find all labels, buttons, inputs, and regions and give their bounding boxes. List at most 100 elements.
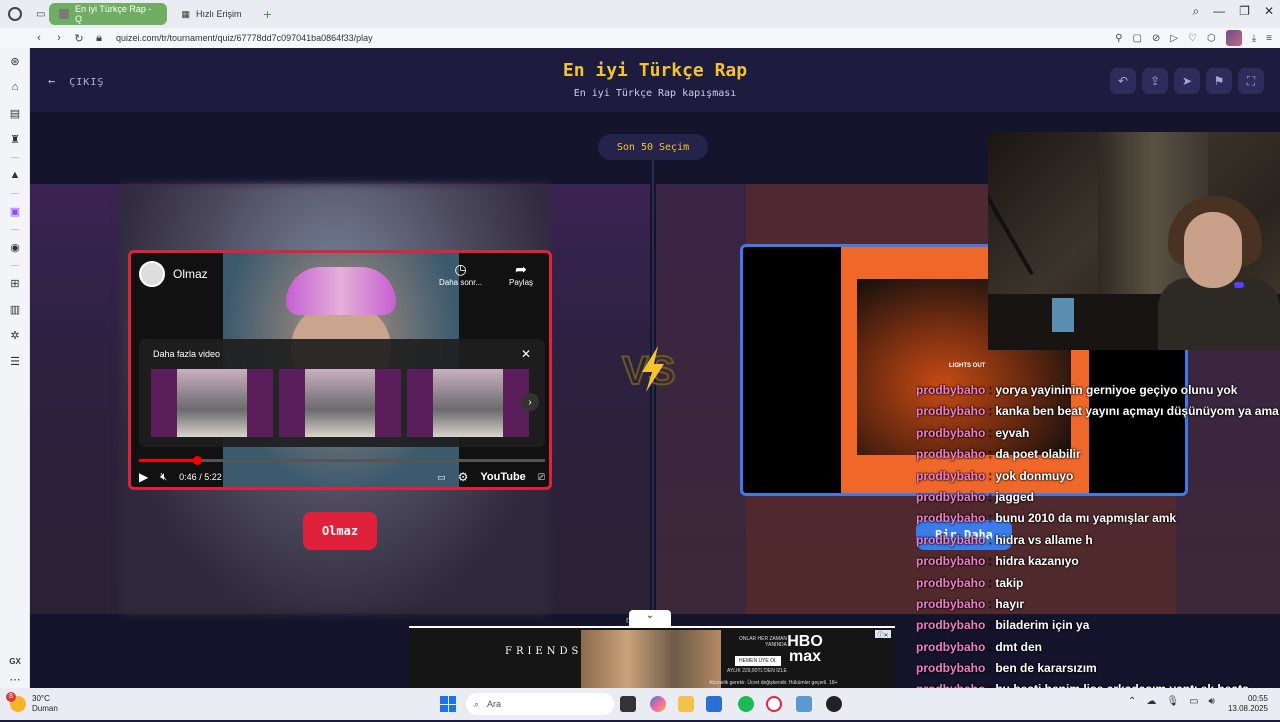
chat-username[interactable]: prodbybaho — [916, 576, 985, 590]
chat-username[interactable]: prodbybaho — [916, 661, 985, 675]
video-progress-bar[interactable] — [139, 456, 545, 465]
chat-username[interactable]: prodbybaho — [916, 383, 985, 397]
mute-icon[interactable]: 🔇︎ — [160, 471, 167, 484]
copilot-icon[interactable] — [650, 696, 666, 712]
sidebar-games-icon[interactable]: ♜ — [0, 126, 30, 152]
chat-username[interactable]: prodbybaho — [916, 447, 985, 461]
sidebar-aria-icon[interactable]: ▲ — [0, 162, 30, 188]
tab-quiz[interactable]: En iyi Türkçe Rap - Q — [49, 3, 168, 25]
tab-quick-access[interactable]: ▦ Hızlı Erişim — [171, 3, 251, 25]
mic-icon[interactable]: 🎙︎ — [1166, 696, 1179, 707]
channel-info[interactable]: Olmaz — [139, 261, 208, 287]
sidebar-news-icon[interactable]: ▤ — [0, 100, 30, 126]
tab-overview-icon[interactable]: ▭ — [36, 9, 45, 20]
share-video-button[interactable]: ➦ Paylaş — [509, 261, 533, 287]
opera-logo-icon[interactable] — [8, 7, 22, 21]
chat-text: da poet olabilir — [995, 447, 1081, 462]
taskview-icon[interactable] — [620, 696, 636, 712]
share-icon: ⇪ — [1149, 74, 1161, 88]
chat-username[interactable]: prodbybaho — [916, 490, 985, 504]
youtube-logo[interactable]: YouTube — [480, 471, 525, 483]
video-thumbnail[interactable] — [279, 369, 401, 437]
download-icon[interactable]: ⤓ — [1252, 33, 1256, 44]
sidebar-settings-icon[interactable]: ☰ — [0, 348, 30, 374]
cast-icon[interactable]: ⎚ — [538, 472, 545, 483]
adblock-icon[interactable]: ⊘ — [1152, 33, 1160, 44]
share-button[interactable]: ⇪ — [1142, 68, 1168, 94]
monitor-icon[interactable]: ▭ — [1189, 696, 1198, 707]
sidebar-workspaces-icon[interactable]: ⊞ — [0, 270, 30, 296]
weather-widget[interactable]: 8 30°C Duman — [6, 692, 58, 714]
spotify-icon[interactable] — [738, 696, 754, 712]
opera-gx-icon[interactable] — [766, 696, 782, 712]
taskbar-search[interactable]: ⌕ Ara — [466, 693, 614, 715]
sidebar-tools-icon[interactable]: ✲ — [0, 322, 30, 348]
sidebar-twitch-icon[interactable]: ▣ — [0, 198, 30, 224]
url-field[interactable]: quizei.com/tr/tournament/quiz/67778dd7c0… — [116, 33, 373, 43]
reload-icon[interactable]: ↻ — [70, 32, 88, 45]
extensions-icon[interactable]: ⬡ — [1207, 33, 1216, 44]
chat-username[interactable]: prodbybaho — [916, 511, 985, 525]
ad-info-icon[interactable]: ⓘ✕ — [875, 630, 891, 639]
chat-username[interactable]: prodbybaho — [916, 426, 985, 440]
start-button[interactable] — [440, 696, 456, 712]
chevron-up-icon[interactable]: ⌃ — [1128, 696, 1136, 707]
channel-avatar[interactable] — [139, 261, 165, 287]
sidebar-gx-control-icon[interactable]: ⊛ — [0, 48, 30, 74]
close-icon[interactable]: ✕ — [521, 347, 531, 361]
sidebar-gx-store-icon[interactable]: ⌂ — [0, 74, 30, 100]
fullscreen-button[interactable]: ⛶ — [1238, 68, 1264, 94]
captions-icon[interactable]: ▭ — [437, 472, 446, 483]
ad-banner[interactable]: FRIENDS ONLAR HER ZAMAN YANINDA HEMEN ÜY… — [409, 626, 895, 688]
search-icon[interactable]: ⌕ — [1192, 4, 1199, 19]
undo-button[interactable]: ↶ — [1110, 68, 1136, 94]
obs-icon[interactable] — [826, 696, 842, 712]
system-clock[interactable]: 00:55 13.08.2025 — [1220, 694, 1268, 714]
channel-name[interactable]: Olmaz — [173, 267, 208, 281]
chevron-right-icon[interactable]: › — [521, 393, 539, 411]
sidebar-divider: — — [11, 224, 19, 234]
snapshot-icon[interactable]: ▢ — [1132, 33, 1141, 44]
chat-username[interactable]: prodbybaho — [916, 554, 985, 568]
address-bar: ‹ › ↻ 🔒︎ quizei.com/tr/tournament/quiz/6… — [0, 28, 1280, 48]
ad-disclaimer: Abonelik gerekir. Ücret değişkendir. Hük… — [709, 680, 838, 686]
taskbar-search-placeholder: Ara — [487, 699, 502, 709]
back-icon[interactable]: ‹ — [30, 32, 48, 44]
store-icon[interactable] — [706, 696, 722, 712]
left-video-player[interactable]: Olmaz ◷ Daha sonr... ➦ Paylaş Daha fazla… — [128, 250, 552, 490]
chat-username[interactable]: prodbybaho — [916, 533, 985, 547]
heart-icon[interactable]: ♡ — [1188, 33, 1197, 44]
forward-icon[interactable]: › — [50, 32, 68, 44]
app-icon[interactable] — [796, 696, 812, 712]
choose-left-button[interactable]: Olmaz — [303, 512, 377, 550]
watch-later-button[interactable]: ◷ Daha sonr... — [439, 261, 482, 287]
volume-icon[interactable]: 🔊︎ — [1209, 696, 1215, 707]
settings-gear-icon[interactable]: ⚙ — [458, 470, 469, 484]
pin-icon[interactable]: ⚲ — [1115, 33, 1122, 44]
send-button[interactable]: ➤ — [1174, 68, 1200, 94]
sidebar-player-icon[interactable]: ◉ — [0, 234, 30, 260]
chevron-down-icon[interactable]: ⌄ — [629, 610, 671, 626]
profile-avatar[interactable] — [1225, 30, 1242, 46]
video-thumbnail[interactable] — [151, 369, 273, 437]
chat-username[interactable]: prodbybaho — [916, 597, 985, 611]
video-thumbnail[interactable] — [407, 369, 529, 437]
video-progress-knob[interactable] — [193, 456, 203, 465]
close-icon[interactable]: ✕ — [1264, 4, 1274, 19]
chat-username[interactable]: prodbybaho — [916, 469, 985, 483]
minimize-icon[interactable]: — — [1213, 4, 1225, 19]
ad-cta-button[interactable]: HEMEN ÜYE OL — [735, 656, 781, 666]
chat-username[interactable]: prodbybaho — [916, 618, 985, 632]
chat-username[interactable]: prodbybaho — [916, 404, 985, 418]
restore-icon[interactable]: ❐ — [1239, 4, 1250, 19]
chat-username[interactable]: prodbybaho — [916, 640, 985, 654]
report-button[interactable]: ⚑ — [1206, 68, 1232, 94]
address-bar-tools: ⚲ ▢ ⊘ ▷ ♡ ⬡ ⤓ ≡ — [1115, 30, 1272, 46]
cloud-icon[interactable]: ☁ — [1146, 696, 1156, 707]
play-icon[interactable]: ▷ — [1170, 33, 1178, 44]
new-tab-button[interactable]: + — [257, 4, 277, 24]
play-icon[interactable]: ▶ — [139, 470, 148, 484]
folder-icon[interactable] — [678, 696, 694, 712]
menu-icon[interactable]: ≡ — [1266, 33, 1272, 44]
sidebar-map-icon[interactable]: ▥ — [0, 296, 30, 322]
